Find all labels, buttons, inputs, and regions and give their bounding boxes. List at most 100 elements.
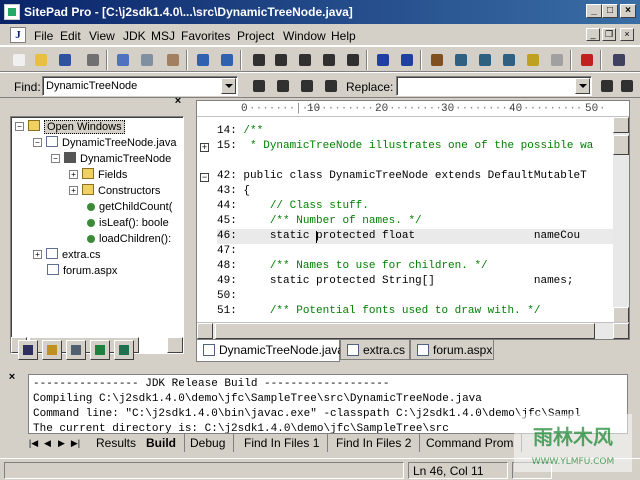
menu-jdk[interactable]: JDK	[123, 29, 146, 43]
find-next-icon[interactable]	[272, 51, 290, 69]
menu-file[interactable]: File	[34, 29, 53, 43]
undo-icon[interactable]	[194, 51, 212, 69]
tab-find-in-files-1[interactable]: Find In Files 1	[236, 434, 329, 452]
find-in-files-icon[interactable]	[322, 77, 340, 95]
find-in-files-icon[interactable]	[320, 51, 338, 69]
first-tab-icon[interactable]: |◀	[28, 436, 39, 450]
replace-next-icon[interactable]	[598, 77, 616, 95]
code-editor[interactable]: 0 ·······|··· 10 ········· 20 ········· …	[196, 100, 630, 340]
new-file-icon[interactable]	[10, 51, 28, 69]
tree-item[interactable]: + Fields	[69, 167, 127, 183]
help-icon[interactable]	[18, 340, 38, 360]
tree-item[interactable]: isLeaf(): boole	[87, 215, 169, 231]
doc-restore-button[interactable]: ❐	[602, 28, 616, 41]
menu-project[interactable]: Project	[237, 29, 274, 43]
collapse-icon[interactable]: −	[51, 154, 60, 163]
replace-input[interactable]	[396, 76, 592, 96]
stop-icon[interactable]	[548, 51, 566, 69]
close-icon[interactable]: ×	[6, 372, 18, 384]
vertical-scrollbar[interactable]	[613, 117, 629, 323]
maximize-button[interactable]: □	[602, 4, 618, 18]
next-tab-icon[interactable]: ▶	[56, 436, 67, 450]
save-icon[interactable]	[56, 51, 74, 69]
back-arrow-icon[interactable]	[374, 51, 392, 69]
code-area[interactable]: 14: /** 15: * DynamicTreeNode illustrate…	[217, 117, 613, 323]
compile-icon[interactable]	[524, 51, 542, 69]
tree-item[interactable]: getChildCount(	[87, 199, 172, 215]
tree-item[interactable]: − Open Windows	[15, 119, 125, 135]
menu-edit[interactable]: Edit	[60, 29, 81, 43]
menu-msj[interactable]: MSJ	[151, 29, 175, 43]
build-icon[interactable]	[428, 51, 446, 69]
find-input[interactable]: DynamicTreeNode	[42, 76, 238, 96]
find-icon[interactable]	[250, 51, 268, 69]
copy-icon[interactable]	[138, 51, 156, 69]
paste-icon[interactable]	[164, 51, 182, 69]
expand-fold-icon[interactable]: +	[200, 143, 209, 152]
project-icon[interactable]	[90, 340, 110, 360]
expand-icon[interactable]: +	[69, 170, 78, 179]
expand-icon[interactable]: +	[33, 250, 42, 259]
menu-view[interactable]: View	[89, 29, 115, 43]
find-next-icon[interactable]	[250, 77, 268, 95]
chevron-down-icon[interactable]	[221, 78, 236, 94]
last-tab-icon[interactable]: ▶|	[70, 436, 81, 450]
vertical-scrollbar-thumb[interactable]	[613, 135, 629, 155]
replace-all-icon[interactable]	[618, 77, 636, 95]
minimize-button[interactable]: _	[586, 4, 602, 18]
expand-icon[interactable]: +	[69, 186, 78, 195]
tab-debug[interactable]: Debug	[182, 434, 235, 452]
step-icon[interactable]	[500, 51, 518, 69]
find-prev-icon[interactable]	[274, 77, 292, 95]
scroll-right-button[interactable]	[613, 323, 629, 339]
tree-item[interactable]: − DynamicTreeNode.java	[33, 135, 177, 151]
run-icon[interactable]	[452, 51, 470, 69]
menu-window[interactable]: Window	[283, 29, 326, 43]
tree-item[interactable]: forum.aspx	[47, 263, 117, 279]
redo-icon[interactable]	[218, 51, 236, 69]
cut-icon[interactable]	[114, 51, 132, 69]
tree-item[interactable]: loadChildren():	[87, 231, 171, 247]
close-icon[interactable]: ×	[172, 96, 184, 108]
tab-command-prompt[interactable]: Command Prom	[418, 434, 523, 452]
find-prev-icon[interactable]	[296, 51, 314, 69]
mark-all-icon[interactable]	[298, 77, 316, 95]
collapse-icon[interactable]: −	[15, 122, 24, 131]
print-icon[interactable]	[84, 51, 102, 69]
tree-item[interactable]: + extra.cs	[33, 247, 101, 263]
menu-favorites[interactable]: Favorites	[181, 29, 230, 43]
horizontal-scrollbar-thumb[interactable]	[215, 323, 595, 339]
chevron-down-icon[interactable]	[575, 78, 590, 94]
scroll-down-button[interactable]	[613, 307, 629, 323]
tree-item[interactable]: + Constructors	[69, 183, 160, 199]
tab-dynamictreenode-java[interactable]: DynamicTreeNode.java	[196, 340, 344, 362]
scroll-right-button[interactable]	[167, 337, 183, 353]
collapse-icon[interactable]: −	[33, 138, 42, 147]
tab-extra-cs[interactable]: extra.cs	[340, 340, 410, 360]
scroll-left-button[interactable]	[197, 323, 213, 339]
tree-item[interactable]: − DynamicTreeNode	[51, 151, 171, 167]
menu-help[interactable]: Help	[331, 29, 356, 43]
horizontal-scrollbar[interactable]	[197, 322, 629, 339]
project-tree[interactable]: − Open Windows − DynamicTreeNode.java − Dyn…	[10, 116, 184, 354]
tab-results[interactable]: Results	[88, 434, 146, 452]
forward-arrow-icon[interactable]	[398, 51, 416, 69]
app-icon[interactable]	[4, 4, 20, 20]
tab-find-in-files-2[interactable]: Find In Files 2	[328, 434, 421, 452]
tab-build[interactable]: Build	[138, 434, 185, 452]
windows-icon[interactable]	[66, 340, 86, 360]
doc-close-button[interactable]: ×	[620, 28, 634, 41]
scroll-up-button[interactable]	[613, 117, 629, 133]
lightning-icon[interactable]	[578, 51, 596, 69]
java-doc-icon[interactable]: J	[10, 27, 26, 43]
debug-icon[interactable]	[476, 51, 494, 69]
pencil-icon[interactable]	[42, 340, 62, 360]
doc-minimize-button[interactable]: _	[586, 28, 600, 41]
close-button[interactable]: ×	[620, 4, 636, 18]
class-view-icon[interactable]	[114, 340, 134, 360]
open-folder-icon[interactable]	[32, 51, 50, 69]
tab-forum-aspx[interactable]: forum.aspx	[410, 340, 494, 360]
layout-icon[interactable]	[610, 51, 628, 69]
replace-icon[interactable]	[344, 51, 362, 69]
prev-tab-icon[interactable]: ◀	[42, 436, 53, 450]
